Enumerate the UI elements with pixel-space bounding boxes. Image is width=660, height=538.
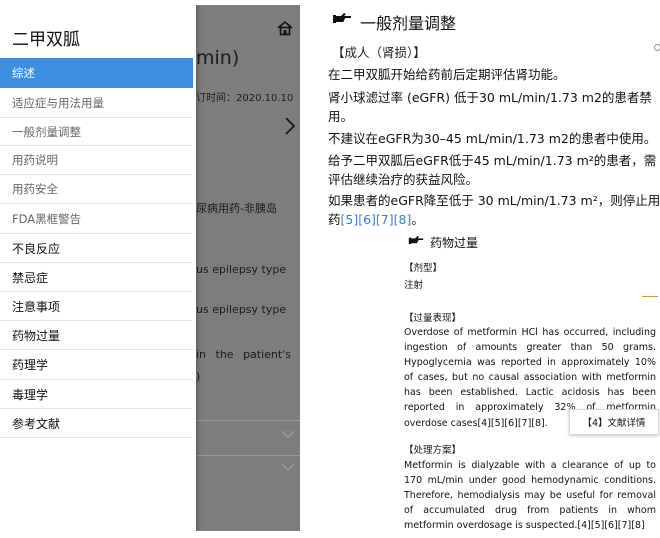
pointing-hand-icon — [408, 236, 424, 244]
divider — [196, 455, 300, 456]
reference-details-button[interactable]: 【4】文献详情 — [569, 409, 659, 435]
drawer-menu-item[interactable]: 药物过量 — [0, 321, 193, 350]
adult-label: 【成人（肾损）】 — [332, 45, 426, 60]
pointing-hand-icon — [333, 13, 351, 23]
paragraph-line: 给予二甲双胍后eGFR低于45 mL/min/1.73 m²的患者，需 — [328, 153, 657, 168]
reference-link[interactable]: [5][6][7][8] — [341, 212, 412, 227]
paragraph-line: 肾小球滤过率 (eGFR) 低于30 mL/min/1.73 m2的患者禁 — [328, 90, 652, 105]
drawer-menu-item[interactable]: 用药安全 — [0, 175, 193, 204]
background-date: 订时间：2020.10.10 — [196, 93, 294, 104]
paragraph-line: 在二甲双胍开始给药前后定期评估肾功能。 — [328, 67, 566, 82]
navigation-drawer: 二甲双胍 综述 适应症与用法用量 一般剂量调整 用药说明 用药安全 FDA黑框警告 不良反应… — [0, 5, 196, 531]
chevron-down-icon[interactable] — [280, 429, 296, 439]
background-text: in the patient's — [196, 348, 291, 361]
divider — [196, 420, 300, 421]
side-marker — [642, 296, 658, 297]
chevron-down-icon[interactable] — [280, 462, 296, 472]
background-title: min) — [196, 47, 240, 69]
home-icon[interactable] — [276, 19, 294, 37]
paragraph-text: 药 — [328, 212, 341, 227]
background-text: 尿病用药-非胰岛 — [196, 202, 277, 215]
left-screenshot: min) 订时间：2020.10.10 尿病用药-非胰岛 us epilepsy… — [0, 5, 300, 531]
drawer-menu-item[interactable]: 适应症与用法用量 — [0, 88, 193, 118]
drawer-menu-item[interactable]: 综述 — [0, 58, 193, 88]
drawer-title: 二甲双胍 — [12, 30, 80, 50]
treatment-text: Metformin is dialyzable with a clearance… — [404, 460, 656, 532]
chevron-right-icon[interactable] — [284, 116, 296, 136]
drawer-menu-item[interactable]: 药理学 — [0, 350, 193, 380]
drawer-menu-item[interactable]: FDA黑框警告 — [0, 204, 193, 234]
dosage-form-label: 【剂型】 — [404, 263, 443, 274]
drawer-menu-item[interactable]: 一般剂量调整 — [0, 118, 193, 146]
drawer-menu-item[interactable]: 禁忌症 — [0, 263, 193, 292]
right-screenshot: 一般剂量调整 【成人（肾损）】 在二甲双胍开始给药前后定期评估肾功能。 肾小球滤… — [320, 0, 660, 538]
drawer-menu-item[interactable]: 毒理学 — [0, 380, 193, 409]
paragraph-line: 如果患者的eGFR降至低于 30 mL/min/1.73 m²，则停止用 — [328, 193, 660, 208]
paragraph-line: 评估继续治疗的获益风险。 — [328, 172, 479, 187]
paragraph-line: 用。 — [328, 109, 354, 124]
overdose-title: 药物过量 — [430, 236, 479, 250]
paragraph-line: 药[5][6][7][8]。 — [328, 209, 424, 228]
drawer-menu-item[interactable]: 用药说明 — [0, 146, 193, 175]
drawer-menu-item[interactable]: 注意事项 — [0, 292, 193, 321]
dosage-form-value: 注射 — [404, 280, 424, 291]
section-title: 一般剂量调整 — [360, 14, 457, 33]
drawer-menu-item[interactable]: 参考文献 — [0, 409, 193, 438]
treatment-label: 【处理方案】 — [404, 445, 462, 456]
drawer-menu-item[interactable]: 不良反应 — [0, 234, 193, 263]
manifestation-label: 【过量表现】 — [404, 313, 462, 324]
background-text: us epilepsy type — [196, 303, 287, 316]
background-text: ) — [196, 370, 201, 383]
paragraph-line: 不建议在eGFR为30–45 mL/min/1.73 m2的患者中使用。 — [328, 131, 657, 146]
scroll-indicator — [654, 44, 660, 51]
paragraph-text: 。 — [411, 212, 424, 227]
background-text: us epilepsy type — [196, 263, 287, 276]
